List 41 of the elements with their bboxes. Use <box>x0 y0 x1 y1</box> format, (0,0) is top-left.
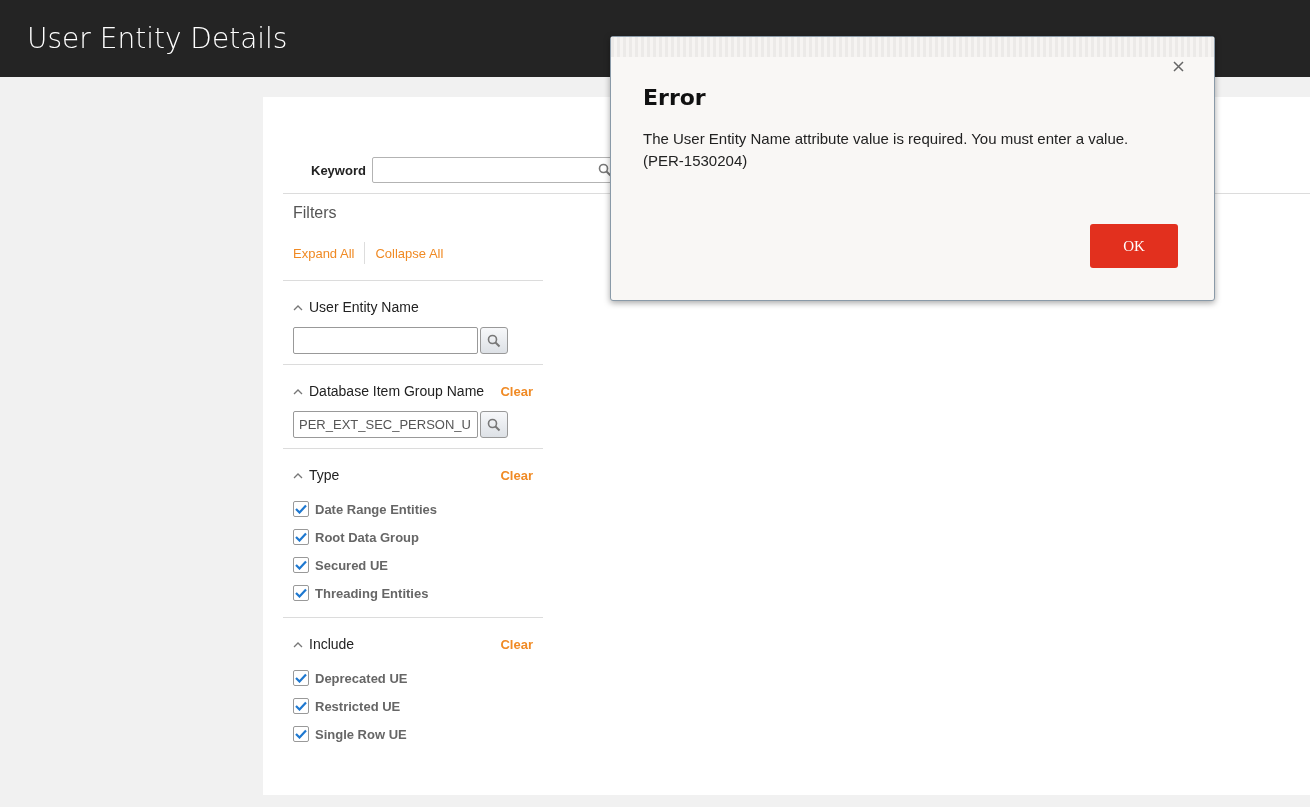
checkbox-label: Secured UE <box>315 557 388 573</box>
checkbox[interactable] <box>293 670 309 686</box>
filter-input[interactable] <box>293 327 478 354</box>
collapse-all-link[interactable]: Collapse All <box>375 245 444 261</box>
search-icon <box>487 333 501 348</box>
keyword-label: Keyword <box>311 162 366 178</box>
checkbox-label: Single Row UE <box>315 726 407 742</box>
filter-title: Type <box>309 467 341 483</box>
ok-button[interactable]: OK <box>1090 224 1178 268</box>
clear-link[interactable]: Clear <box>500 636 533 652</box>
expand-all-link[interactable]: Expand All <box>293 245 355 261</box>
chevron-icon[interactable] <box>293 471 303 479</box>
filter-title: User Entity Name <box>309 299 420 315</box>
filter-input[interactable]: PER_EXT_SEC_PERSON_UI <box>293 411 478 438</box>
page-title: User Entity Details <box>27 22 288 55</box>
checkbox-label: Date Range Entities <box>315 501 438 517</box>
checkbox[interactable] <box>293 529 309 545</box>
checkbox[interactable] <box>293 585 309 601</box>
checkbox[interactable] <box>293 557 309 573</box>
checkbox[interactable] <box>293 501 309 517</box>
search-button[interactable] <box>480 327 508 354</box>
filter-title: Include <box>309 636 356 652</box>
chevron-icon[interactable] <box>293 387 303 395</box>
checkbox-label: Root Data Group <box>315 529 419 545</box>
checkbox-label: Deprecated UE <box>315 670 408 686</box>
checkbox[interactable] <box>293 698 309 714</box>
close-button[interactable] <box>1173 61 1184 72</box>
dialog-title: Error <box>643 85 707 110</box>
search-icon <box>487 417 501 432</box>
chevron-icon[interactable] <box>293 303 303 311</box>
checkbox[interactable] <box>293 726 309 742</box>
filter-title: Database Item Group Name <box>309 383 486 399</box>
error-message: The User Entity Name attribute value is required. You must enter a value. (PER-1530204) <box>643 129 1130 171</box>
clear-link[interactable]: Clear <box>500 383 533 399</box>
search-icon <box>597 163 612 177</box>
checkbox-label: Restricted UE <box>315 698 401 714</box>
filters-heading: Filters <box>292 203 338 222</box>
chevron-icon[interactable] <box>293 640 303 648</box>
clear-link[interactable]: Clear <box>500 467 533 483</box>
checkbox-label: Threading Entities <box>315 585 429 601</box>
search-button[interactable] <box>480 411 508 438</box>
